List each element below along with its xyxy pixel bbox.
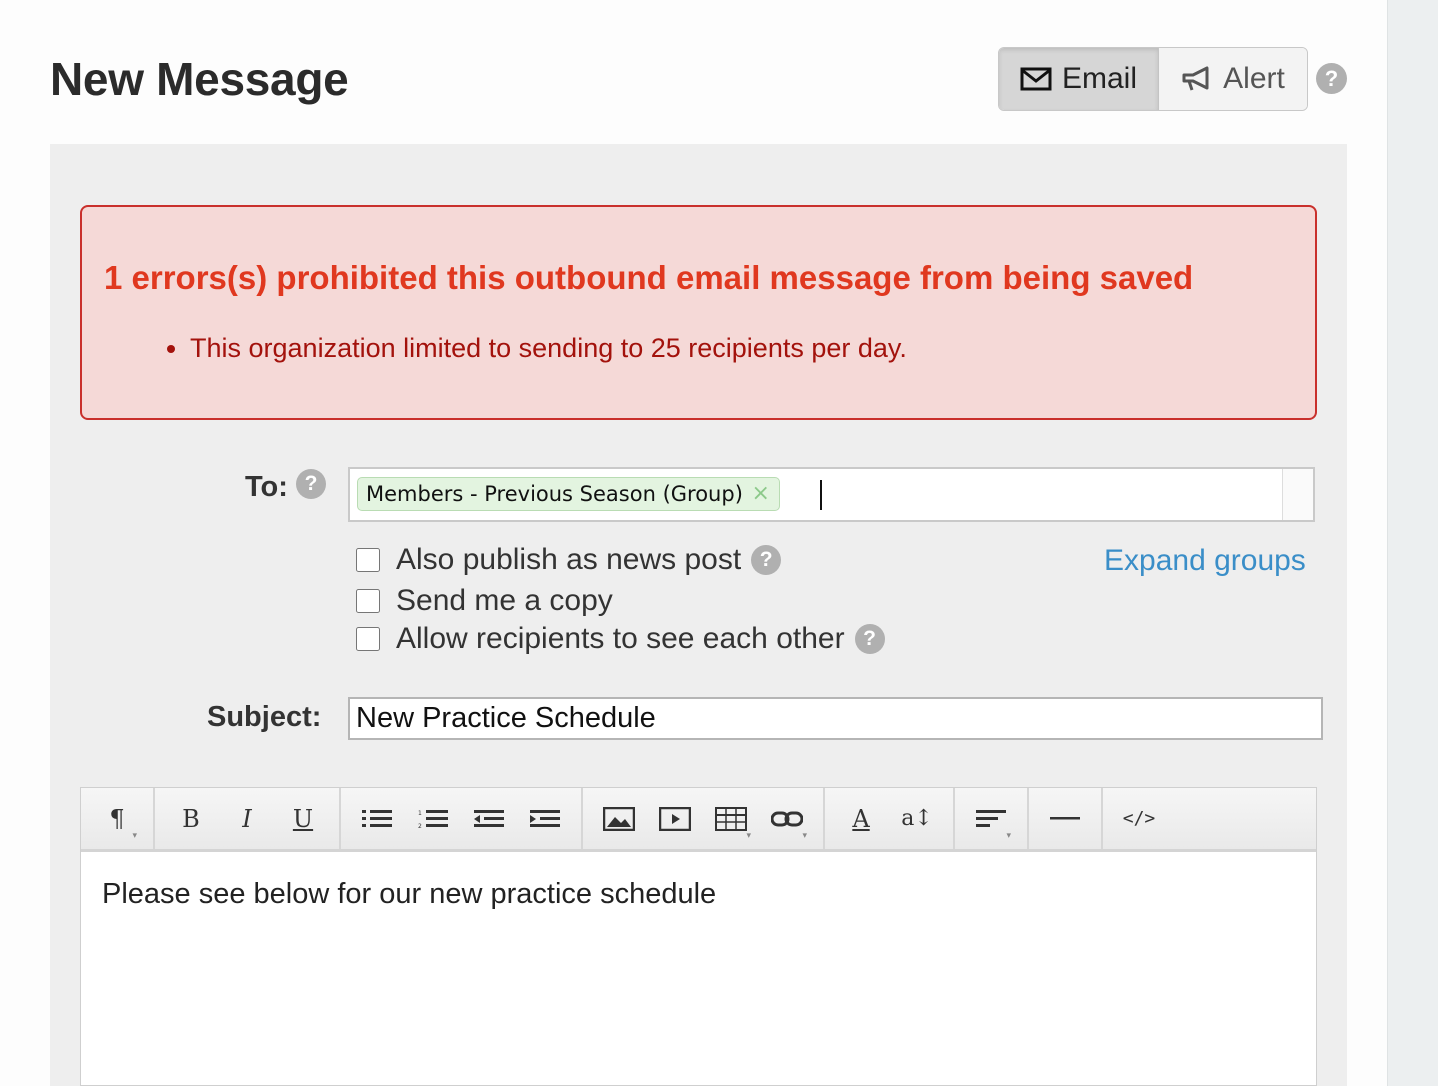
recipients-visible-label: Allow recipients to see each other <box>396 622 845 655</box>
toolbar-group-align: ▾ <box>955 788 1029 849</box>
font-color-icon[interactable]: A <box>833 789 889 849</box>
subject-input[interactable] <box>348 697 1323 740</box>
remove-recipient-icon[interactable]: × <box>751 478 769 510</box>
toolbar-group-insert: ▾ ▾ <box>583 788 825 849</box>
toolbar-group-text: B I U <box>155 788 341 849</box>
html-code-icon[interactable]: </> <box>1111 789 1167 849</box>
svg-text:1: 1 <box>418 810 422 817</box>
alert-mode-button[interactable]: Alert <box>1158 48 1307 110</box>
editor-content[interactable]: Please see below for our new practice sc… <box>81 852 1316 937</box>
message-type-toggle: Email Alert <box>998 47 1308 111</box>
link-icon[interactable]: ▾ <box>759 789 815 849</box>
publish-news-checkbox[interactable] <box>356 548 380 572</box>
expand-groups-link[interactable]: Expand groups <box>1104 544 1306 578</box>
recipients-visible-option[interactable]: Allow recipients to see each other ? <box>356 622 885 656</box>
alert-mode-label: Alert <box>1223 62 1285 95</box>
recipient-token-label: Members - Previous Season (Group) <box>366 482 743 506</box>
toolbar-group-font: A a↕ <box>825 788 955 849</box>
to-label: To: <box>245 471 288 503</box>
indent-icon[interactable] <box>517 789 573 849</box>
align-icon[interactable]: ▾ <box>963 789 1019 849</box>
horizontal-rule-icon[interactable] <box>1037 789 1093 849</box>
toolbar-group-format: ¶ ▾ <box>81 788 155 849</box>
message-form-panel: 1 errors(s) prohibited this outbound ema… <box>50 144 1347 1086</box>
toolbar-group-rule <box>1029 788 1103 849</box>
toolbar-group-lists: 12 <box>341 788 583 849</box>
email-mode-button[interactable]: Email <box>999 48 1159 110</box>
recipient-token: Members - Previous Season (Group) × <box>357 477 780 511</box>
right-rail <box>1387 0 1438 1086</box>
error-alert: 1 errors(s) prohibited this outbound ema… <box>80 205 1317 420</box>
bold-icon[interactable]: B <box>163 789 219 849</box>
ordered-list-icon[interactable]: 12 <box>405 789 461 849</box>
publish-news-option[interactable]: Also publish as news post ? <box>356 543 782 577</box>
paragraph-icon[interactable]: ¶ ▾ <box>89 789 145 849</box>
table-icon[interactable]: ▾ <box>703 789 759 849</box>
italic-icon[interactable]: I <box>219 789 275 849</box>
recipients-input[interactable]: Members - Previous Season (Group) × <box>348 467 1315 522</box>
error-title: 1 errors(s) prohibited this outbound ema… <box>104 259 1194 296</box>
error-item: This organization limited to sending to … <box>190 333 907 364</box>
help-icon[interactable]: ? <box>1316 63 1347 94</box>
rich-text-editor: ¶ ▾ B I U 12 ▾ ▾ A a↕ ▾ </> Please see b… <box>80 787 1317 1086</box>
font-size-icon[interactable]: a↕ <box>889 789 945 849</box>
send-copy-checkbox[interactable] <box>356 589 380 613</box>
send-copy-label: Send me a copy <box>396 584 613 617</box>
underline-icon[interactable]: U <box>275 789 331 849</box>
send-copy-option[interactable]: Send me a copy <box>356 584 613 618</box>
email-mode-label: Email <box>1061 62 1137 95</box>
toolbar-group-code: </> <box>1103 788 1175 849</box>
text-cursor <box>820 480 822 510</box>
megaphone-icon <box>1182 66 1209 91</box>
to-help-icon[interactable]: ? <box>296 469 326 499</box>
editor-toolbar: ¶ ▾ B I U 12 ▾ ▾ A a↕ ▾ </> <box>81 788 1316 852</box>
subject-label: Subject: <box>207 701 322 733</box>
recipients-visible-checkbox[interactable] <box>356 627 380 651</box>
image-icon[interactable] <box>591 789 647 849</box>
recipients-visible-help-icon[interactable]: ? <box>854 624 885 654</box>
publish-news-help-icon[interactable]: ? <box>751 545 782 575</box>
recipients-dropdown-area[interactable] <box>1282 469 1313 520</box>
publish-news-label: Also publish as news post <box>396 543 742 576</box>
unordered-list-icon[interactable] <box>349 789 405 849</box>
envelope-icon <box>1020 67 1052 91</box>
error-list: This organization limited to sending to … <box>168 333 907 364</box>
video-icon[interactable] <box>647 789 703 849</box>
svg-text:2: 2 <box>418 823 422 829</box>
outdent-icon[interactable] <box>461 789 517 849</box>
page-title: New Message <box>50 53 349 105</box>
